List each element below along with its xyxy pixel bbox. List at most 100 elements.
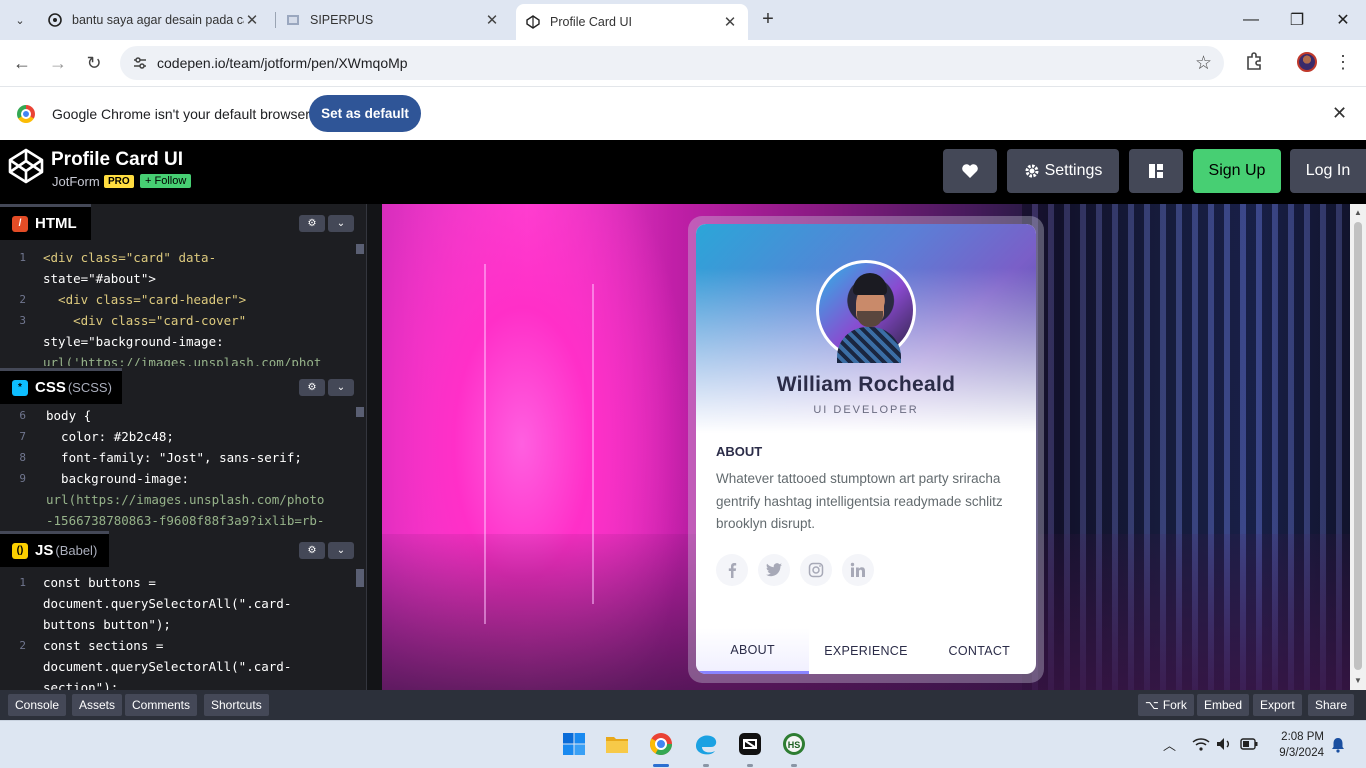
avatar [816,260,916,363]
active-app-indicator [653,764,669,767]
set-default-button[interactable]: Set as default [309,95,421,132]
file-explorer-icon[interactable] [604,731,630,757]
js-code-area[interactable]: 1 const buttons = document.querySelectorAl… [0,567,366,690]
facebook-icon[interactable] [716,554,748,586]
login-button[interactable]: Log In [1290,149,1366,193]
windows-start-icon[interactable] [561,731,587,757]
html-editor-tab[interactable]: / HTML [0,204,91,240]
linkedin-icon[interactable] [842,554,874,586]
css-scrollbar[interactable] [356,407,364,417]
close-tab-icon[interactable]: ✕ [244,11,260,29]
chrome-taskbar-icon[interactable] [648,731,674,757]
follow-button[interactable]: + Follow [140,174,192,188]
scrollbar-thumb[interactable] [1354,222,1362,670]
app-indicator [747,764,753,767]
chrome-logo-icon [17,105,35,123]
html-scrollbar[interactable] [356,244,364,254]
tab-siperpus[interactable]: SIPERPUS ✕ [276,4,510,36]
export-button[interactable]: Export [1253,694,1302,716]
console-button[interactable]: Console [8,694,67,716]
js-collapse-icon[interactable]: ⌄ [328,542,354,559]
heart-icon [962,164,978,178]
close-tab-icon[interactable]: ✕ [484,11,500,29]
hs-app-icon[interactable]: HS [781,731,807,757]
edge-icon[interactable] [693,731,719,757]
close-tab-icon[interactable]: ✕ [722,13,738,31]
comments-button[interactable]: Comments [125,694,198,716]
about-heading: ABOUT [716,444,763,459]
avatar-shirt [837,327,901,363]
scroll-up-icon[interactable]: ▲ [1354,208,1362,217]
html-code-area[interactable]: 1 <div class="card" data-state="#about"> 2… [0,240,366,366]
browser-tab-strip: ⌄ bantu saya agar desain pada ca ✕ SIPER… [0,0,1366,40]
codepen-logo-icon[interactable] [8,148,44,184]
code-line: url('https://images.unsplash.com/phot [43,355,322,366]
browser-toolbar: ← → ↻ codepen.io/team/jotform/pen/XWmqoM… [0,40,1366,86]
css-editor-tab[interactable]: * CSS (SCSS) [0,368,122,404]
instagram-icon[interactable] [800,554,832,586]
extensions-icon[interactable] [1244,51,1264,71]
forward-icon[interactable]: → [46,51,70,75]
url-text[interactable]: codepen.io/team/jotform/pen/XWmqoMp [157,55,408,71]
scroll-down-icon[interactable]: ▼ [1354,676,1362,685]
css-code-area[interactable]: 6 body {7 color: #2b2c48; 8 font-family: "… [0,404,366,528]
preview-scrollbar[interactable]: ▲ ▼ [1350,204,1366,690]
settings-button[interactable]: Settings [1007,149,1119,193]
embed-button[interactable]: Embed [1197,694,1250,716]
site-settings-icon[interactable] [132,55,148,71]
tab-profile-card[interactable]: Profile Card UI ✕ [516,4,748,40]
love-button[interactable] [943,149,997,193]
minimize-icon[interactable]: — [1228,0,1274,40]
tab-title: bantu saya agar desain pada ca [72,13,244,27]
avatar-beanie [853,273,887,295]
wifi-icon[interactable] [1192,737,1210,751]
bookmark-star-icon[interactable]: ☆ [1195,52,1212,75]
tray-chevron-icon[interactable]: ︿ [1163,735,1176,754]
window-close-icon[interactable]: ✕ [1320,0,1366,40]
shortcuts-button[interactable]: Shortcuts [204,694,269,716]
chrome-menu-icon[interactable]: ⋮ [1334,52,1352,72]
tab-title: SIPERPUS [310,13,374,27]
new-tab-button[interactable]: + [756,8,780,32]
card-tab-experience[interactable]: EXPERIENCE [809,628,922,674]
card-name: William Rocheald [776,373,956,396]
pen-title[interactable]: Profile Card UI [51,149,183,171]
css-editor-label: CSS [35,379,66,396]
svg-text:HS: HS [788,740,801,750]
editor-resize-handle[interactable] [366,204,382,690]
reload-icon[interactable]: ↻ [82,51,106,75]
layout-button[interactable] [1129,149,1183,193]
notification-bell-icon[interactable] [1331,737,1345,753]
twitter-icon[interactable] [758,554,790,586]
codepen-icon [526,15,540,29]
capcut-icon[interactable] [737,731,763,757]
css-settings-icon[interactable]: ⚙ [299,379,325,396]
js-editor-tab[interactable]: () JS (Babel) [0,531,110,567]
avatar-beard [857,311,883,327]
css-collapse-icon[interactable]: ⌄ [328,379,354,396]
battery-icon[interactable] [1240,738,1258,750]
js-scrollbar[interactable] [356,569,364,587]
taskbar-clock[interactable]: 2:08 PM 9/3/2024 [1272,729,1324,761]
infobar-close-icon[interactable]: ✕ [1332,103,1347,124]
pen-owner[interactable]: JotForm [52,174,100,189]
js-settings-icon[interactable]: ⚙ [299,542,325,559]
volume-icon[interactable] [1216,737,1232,751]
code-line: color: #2b2c48; [46,429,174,444]
code-line: style="background-image: [43,334,224,349]
html-collapse-icon[interactable]: ⌄ [328,215,354,232]
profile-avatar[interactable] [1297,52,1317,72]
html-settings-icon[interactable]: ⚙ [299,215,325,232]
share-button[interactable]: Share [1308,694,1355,716]
card-tab-about[interactable]: ABOUT [696,628,810,674]
code-line: url(https://images.unsplash.com/photo [46,492,325,507]
back-icon[interactable]: ← [10,51,34,75]
restore-icon[interactable]: ❐ [1274,0,1320,40]
tab-bantu[interactable]: bantu saya agar desain pada ca ✕ [38,4,270,36]
fork-button[interactable]: ⌥ Fork [1138,694,1194,716]
tab-search-button[interactable]: ⌄ [6,7,34,33]
address-bar[interactable]: codepen.io/team/jotform/pen/XWmqoMp ☆ [120,46,1224,80]
card-tab-contact[interactable]: CONTACT [923,628,1036,674]
signup-button[interactable]: Sign Up [1193,149,1281,193]
assets-button[interactable]: Assets [72,694,123,716]
